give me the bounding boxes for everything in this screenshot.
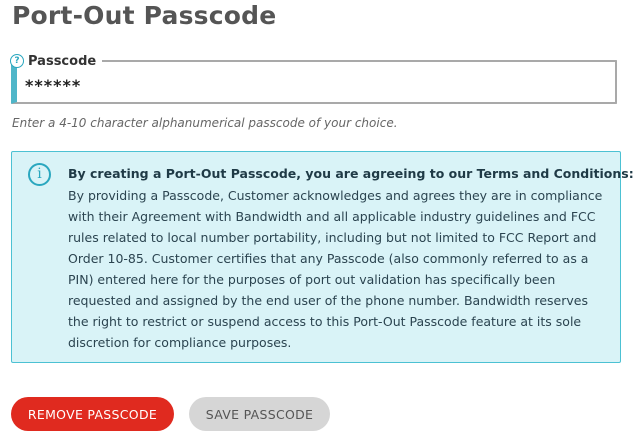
question-circle-icon[interactable]: ? (10, 54, 24, 68)
save-passcode-button[interactable]: SAVE PASSCODE (189, 397, 330, 431)
passcode-label: Passcode (28, 53, 97, 69)
notice-heading: By creating a Port-Out Passcode, you are… (68, 166, 633, 181)
terms-notice: i By creating a Port-Out Passcode, you a… (11, 151, 633, 363)
port-out-passcode-page: Port-Out Passcode ? Passcode Enter a 4-1… (0, 0, 633, 442)
passcode-field[interactable]: ? Passcode (10, 53, 617, 104)
passcode-hint: Enter a 4-10 character alphanumerical pa… (12, 116, 398, 130)
passcode-input[interactable] (25, 76, 585, 95)
info-icon: i (28, 163, 51, 186)
passcode-field-legend: ? Passcode (10, 53, 103, 69)
page-title: Port-Out Passcode (12, 1, 277, 30)
remove-passcode-button[interactable]: REMOVE PASSCODE (11, 397, 174, 431)
notice-body: By providing a Passcode, Customer acknow… (68, 188, 603, 350)
